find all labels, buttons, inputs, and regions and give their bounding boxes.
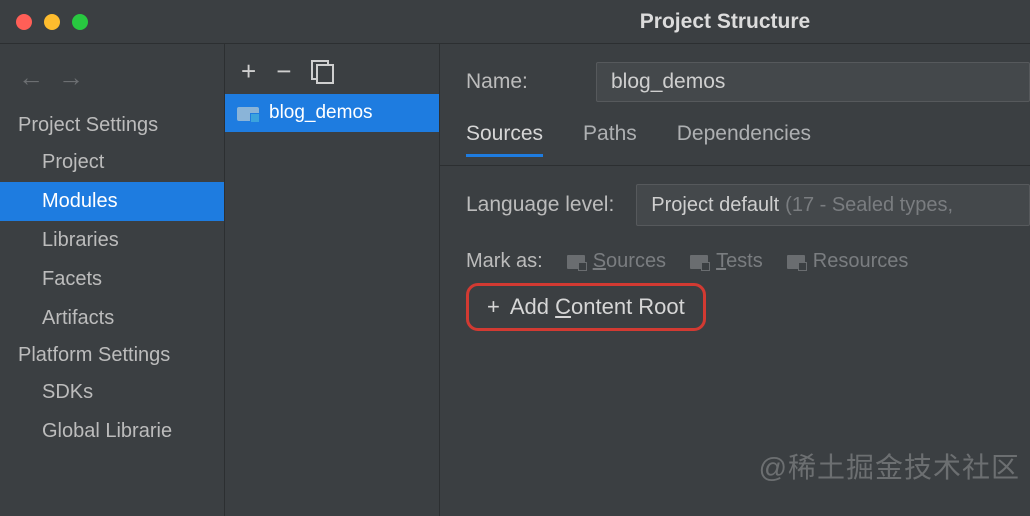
mark-resources-button[interactable]: Resources (787, 250, 909, 273)
module-name-input[interactable]: blog_demos (596, 62, 1030, 102)
add-content-root-button[interactable]: + Add Content Root (466, 283, 706, 331)
module-detail-panel: Name: blog_demos Sources Paths Dependenc… (440, 44, 1030, 516)
modules-list-panel: + − blog_demos (225, 44, 440, 516)
tab-dependencies[interactable]: Dependencies (677, 122, 811, 157)
sidebar-item-global-libraries[interactable]: Global Librarie (0, 412, 224, 451)
language-level-label: Language level: (466, 193, 614, 217)
sidebar-item-modules[interactable]: Modules (0, 182, 224, 221)
module-folder-icon (237, 105, 259, 121)
sidebar-item-project[interactable]: Project (0, 143, 224, 182)
watermark-text: @稀土掘金技术社区 (759, 446, 1020, 486)
mark-tests-button[interactable]: Tests (690, 250, 763, 273)
minimize-window-button[interactable] (44, 14, 60, 30)
module-list-item[interactable]: blog_demos (225, 94, 439, 132)
plus-icon: + (487, 296, 500, 318)
left-sidebar: ← → Project Settings Project Modules Lib… (0, 44, 225, 516)
back-arrow-icon[interactable]: ← (18, 64, 44, 90)
tab-sources[interactable]: Sources (466, 122, 543, 157)
name-label: Name: (466, 70, 596, 94)
folder-icon (567, 255, 585, 269)
folder-icon (787, 255, 805, 269)
mark-sources-button[interactable]: Sources (567, 250, 666, 273)
sidebar-item-sdks[interactable]: SDKs (0, 373, 224, 412)
tab-paths[interactable]: Paths (583, 122, 637, 157)
project-settings-header: Project Settings (0, 108, 224, 143)
forward-arrow-icon[interactable]: → (58, 64, 84, 90)
add-module-icon[interactable]: + (241, 58, 256, 84)
close-window-button[interactable] (16, 14, 32, 30)
platform-settings-header: Platform Settings (0, 338, 224, 373)
copy-module-icon[interactable] (311, 58, 331, 84)
remove-module-icon[interactable]: − (276, 58, 291, 84)
module-tabs: Sources Paths Dependencies (466, 122, 1030, 157)
mark-as-label: Mark as: (466, 250, 543, 273)
window-title: Project Structure (420, 10, 1030, 34)
folder-icon (690, 255, 708, 269)
sidebar-item-artifacts[interactable]: Artifacts (0, 299, 224, 338)
maximize-window-button[interactable] (72, 14, 88, 30)
language-level-select[interactable]: Project default (17 - Sealed types, (636, 184, 1030, 226)
sidebar-item-libraries[interactable]: Libraries (0, 221, 224, 260)
sidebar-item-facets[interactable]: Facets (0, 260, 224, 299)
module-name-label: blog_demos (269, 102, 373, 124)
